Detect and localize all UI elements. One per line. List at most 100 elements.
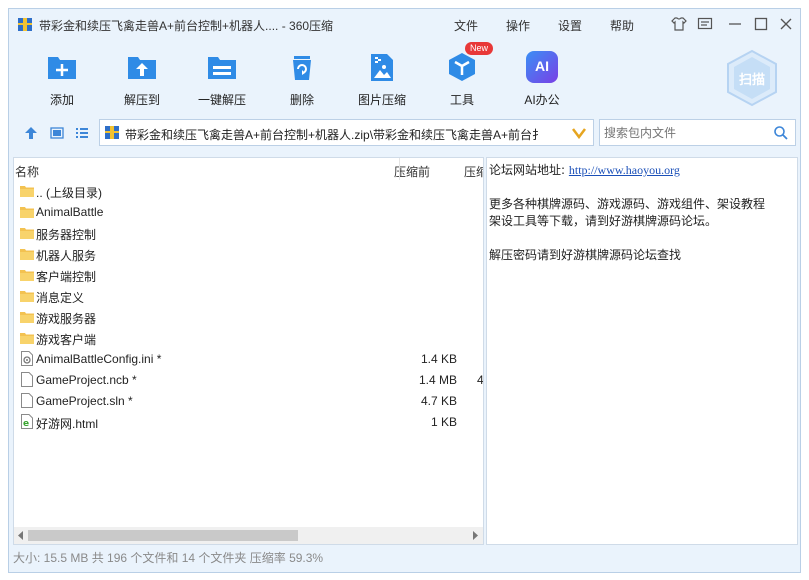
folder-icon bbox=[20, 291, 34, 302]
tools-icon bbox=[449, 53, 475, 81]
image-compress-label: 图片压缩 bbox=[357, 93, 406, 107]
up-arrow-icon[interactable] bbox=[23, 125, 39, 141]
delete-button[interactable]: 删除 bbox=[272, 47, 332, 109]
search-input[interactable] bbox=[604, 124, 764, 142]
menu-file[interactable]: 文件 bbox=[454, 17, 478, 34]
file-name: 服务器控制 bbox=[36, 228, 97, 242]
search-box[interactable] bbox=[599, 119, 796, 146]
search-icon[interactable] bbox=[773, 125, 789, 141]
folder-icon bbox=[20, 249, 34, 260]
folder-icon bbox=[20, 270, 34, 281]
file-row[interactable]: AnimalBattle bbox=[15, 201, 483, 222]
file-row[interactable]: 服务器控制 bbox=[15, 222, 483, 243]
column-name-header[interactable]: 名称 bbox=[15, 163, 39, 180]
file-row[interactable]: AnimalBattleConfig.ini * 1.4 KB bbox=[15, 348, 483, 369]
file-row[interactable]: 游戏服务器 bbox=[15, 306, 483, 327]
file-size: 1.4 MB bbox=[418, 373, 457, 387]
ai-office-icon: AI bbox=[526, 51, 558, 83]
folder-icon bbox=[20, 312, 34, 323]
file-compressed-size: 4 bbox=[477, 373, 484, 387]
file-row[interactable]: GameProject.ncb * 1.4 MB 4 bbox=[15, 369, 483, 390]
address-path: 带彩金和续压飞禽走兽A+前台控制+机器人.zip\带彩金和续压飞禽走兽A+前台扌 bbox=[125, 128, 545, 142]
list-view-icon[interactable] bbox=[74, 125, 90, 141]
address-bar[interactable]: 带彩金和续压飞禽走兽A+前台控制+机器人.zip\带彩金和续压飞禽走兽A+前台扌 bbox=[99, 119, 594, 146]
chevron-down-icon[interactable] bbox=[572, 127, 586, 139]
image-compress-icon bbox=[371, 54, 393, 81]
tools-label: 工具 bbox=[449, 93, 474, 107]
forum-link[interactable]: http://www.haoyou.org bbox=[569, 163, 680, 177]
archive-app-icon bbox=[18, 18, 32, 31]
config-file-icon bbox=[21, 351, 33, 366]
svg-text:e: e bbox=[23, 419, 29, 429]
add-icon bbox=[48, 57, 76, 79]
add-button[interactable]: 添加 bbox=[32, 47, 92, 109]
forum-line: 论坛网站地址: http://www.haoyou.org bbox=[489, 161, 680, 178]
column-size-after-header[interactable]: 压缩 bbox=[464, 163, 483, 180]
menu-settings[interactable]: 设置 bbox=[558, 17, 582, 34]
thumbnail-view-icon[interactable] bbox=[49, 125, 65, 141]
close-icon[interactable] bbox=[777, 15, 795, 33]
file-row[interactable]: 游戏客户端 bbox=[15, 327, 483, 348]
file-list-pane: 名称 压缩前 压缩 .. (上级目录)AnimalBattle服务器控制机器人服… bbox=[13, 157, 484, 545]
file-name: .. (上级目录) bbox=[36, 186, 102, 200]
file-row[interactable]: e 好游网.html 1 KB bbox=[15, 411, 483, 432]
file-row[interactable]: 机器人服务 bbox=[15, 243, 483, 264]
html-file-icon: e bbox=[21, 414, 33, 429]
file-name: GameProject.sln * bbox=[36, 394, 133, 408]
file-row[interactable]: 客户端控制 bbox=[15, 264, 483, 285]
status-bar: 大小: 15.5 MB 共 196 个文件和 14 个文件夹 压缩率 59.3% bbox=[13, 551, 324, 565]
maximize-icon[interactable] bbox=[752, 15, 770, 33]
file-name: 好游网.html bbox=[36, 417, 99, 431]
comment-line-4: 解压密码请到好游棋牌源码论坛查找 bbox=[489, 248, 682, 262]
scan-button[interactable]: 扫描 bbox=[725, 49, 779, 107]
minimize-icon[interactable] bbox=[726, 15, 744, 33]
file-row[interactable]: 消息定义 bbox=[15, 285, 483, 306]
ai-office-button[interactable]: AI AI办公 bbox=[512, 47, 572, 109]
file-size: 4.7 KB bbox=[420, 394, 457, 408]
file-name: 游戏服务器 bbox=[36, 312, 97, 326]
file-size: 1.4 KB bbox=[420, 352, 457, 366]
app-window: 带彩金和续压飞禽走兽A+前台控制+机器人.... - 360压缩 文件 操作 设… bbox=[8, 8, 801, 573]
image-compress-button[interactable]: 图片压缩 bbox=[352, 47, 412, 109]
one-click-extract-button[interactable]: 一键解压 bbox=[192, 47, 252, 109]
new-badge: New bbox=[465, 42, 494, 55]
comment-line-2: 更多各种棋牌源码、游戏源码、游戏组件、架设教程 bbox=[489, 197, 766, 211]
file-name: 游戏客户端 bbox=[36, 333, 97, 347]
scroll-right-icon[interactable] bbox=[471, 531, 479, 540]
ai-office-label: AI办公 bbox=[524, 93, 560, 107]
file-row[interactable]: GameProject.sln * 4.7 KB bbox=[15, 390, 483, 411]
folder-icon bbox=[20, 333, 34, 344]
file-name: GameProject.ncb * bbox=[36, 373, 137, 387]
feedback-icon[interactable] bbox=[696, 15, 714, 33]
file-icon bbox=[21, 393, 33, 408]
file-name: 客户端控制 bbox=[36, 270, 97, 284]
title-bar: 带彩金和续压飞禽走兽A+前台控制+机器人.... - 360压缩 文件 操作 设… bbox=[9, 9, 800, 39]
extract-to-icon bbox=[128, 57, 156, 79]
file-name: AnimalBattleConfig.ini * bbox=[36, 352, 162, 366]
scroll-left-icon[interactable] bbox=[17, 531, 25, 540]
add-label: 添加 bbox=[49, 93, 74, 107]
window-title: 带彩金和续压飞禽走兽A+前台控制+机器人.... - 360压缩 bbox=[39, 19, 334, 33]
scrollbar-thumb[interactable] bbox=[28, 530, 298, 541]
delete-icon bbox=[293, 56, 311, 80]
skin-shirt-icon[interactable] bbox=[670, 15, 688, 33]
menu-help[interactable]: 帮助 bbox=[610, 17, 634, 34]
file-size: 1 KB bbox=[430, 415, 457, 429]
archive-comment-pane: 论坛网站地址: http://www.haoyou.org 更多各种棋牌源码、游… bbox=[486, 157, 798, 545]
forum-label: 论坛网站地址: bbox=[489, 163, 566, 177]
file-name: 消息定义 bbox=[36, 291, 85, 305]
menu-operate[interactable]: 操作 bbox=[506, 17, 530, 34]
extract-to-button[interactable]: 解压到 bbox=[112, 47, 172, 109]
ai-glyph: AI bbox=[535, 58, 549, 74]
delete-label: 删除 bbox=[289, 93, 314, 107]
comment-line-3: 架设工具等下载，请到好游棋牌源码论坛。 bbox=[489, 214, 718, 228]
folder-icon bbox=[20, 207, 34, 218]
folder-icon bbox=[20, 186, 34, 197]
folder-icon bbox=[20, 228, 34, 239]
horizontal-scrollbar[interactable] bbox=[14, 527, 483, 544]
file-name: AnimalBattle bbox=[36, 205, 104, 219]
one-click-extract-label: 一键解压 bbox=[197, 93, 246, 107]
file-row[interactable]: .. (上级目录) bbox=[15, 180, 483, 201]
tools-button[interactable]: 工具 bbox=[432, 47, 492, 109]
file-name: 机器人服务 bbox=[36, 249, 97, 263]
